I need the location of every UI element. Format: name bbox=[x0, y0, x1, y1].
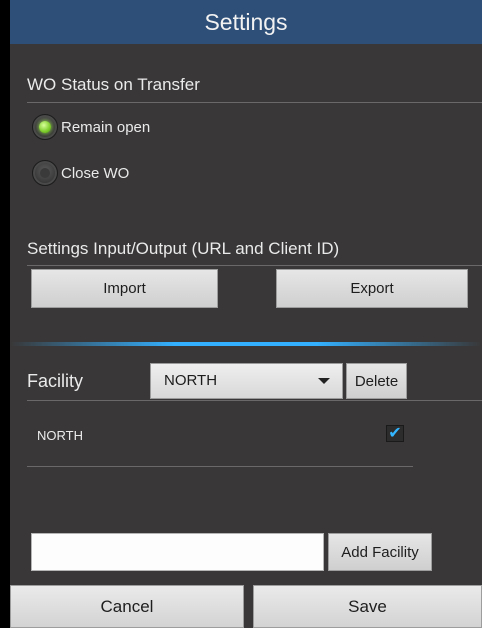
import-button[interactable]: Import bbox=[31, 269, 218, 308]
io-divider bbox=[27, 265, 482, 266]
facility-dropdown[interactable]: NORTH bbox=[150, 363, 343, 399]
delete-button[interactable]: Delete bbox=[346, 363, 407, 399]
section-divider bbox=[10, 342, 482, 346]
list-item-divider bbox=[27, 466, 413, 467]
wo-status-divider bbox=[27, 102, 482, 103]
dialog-title: Settings bbox=[10, 0, 482, 44]
radio-unselected-icon[interactable] bbox=[32, 160, 58, 186]
radio-selected-icon[interactable] bbox=[32, 114, 58, 140]
radio-close-wo-label: Close WO bbox=[61, 164, 130, 182]
export-button[interactable]: Export bbox=[276, 269, 468, 308]
settings-dialog: Settings WO Status on Transfer Remain op… bbox=[10, 0, 482, 628]
new-facility-input[interactable] bbox=[31, 533, 324, 571]
facility-checkbox-icon[interactable]: ✔ bbox=[386, 425, 404, 442]
dropdown-arrow-icon bbox=[318, 378, 330, 384]
radio-remain-open-label: Remain open bbox=[61, 118, 151, 136]
facility-divider bbox=[27, 400, 482, 401]
facility-dropdown-value: NORTH bbox=[164, 372, 218, 389]
save-button[interactable]: Save bbox=[253, 585, 482, 628]
facility-list-item: NORTH bbox=[37, 428, 83, 443]
radio-remain-open[interactable]: Remain open bbox=[32, 113, 150, 141]
add-facility-button[interactable]: Add Facility bbox=[328, 533, 432, 571]
wo-status-label: WO Status on Transfer bbox=[27, 75, 200, 94]
cancel-button[interactable]: Cancel bbox=[10, 585, 244, 628]
io-section-label: Settings Input/Output (URL and Client ID… bbox=[27, 239, 340, 258]
radio-close-wo[interactable]: Close WO bbox=[32, 159, 129, 187]
facility-label: Facility bbox=[27, 371, 84, 391]
